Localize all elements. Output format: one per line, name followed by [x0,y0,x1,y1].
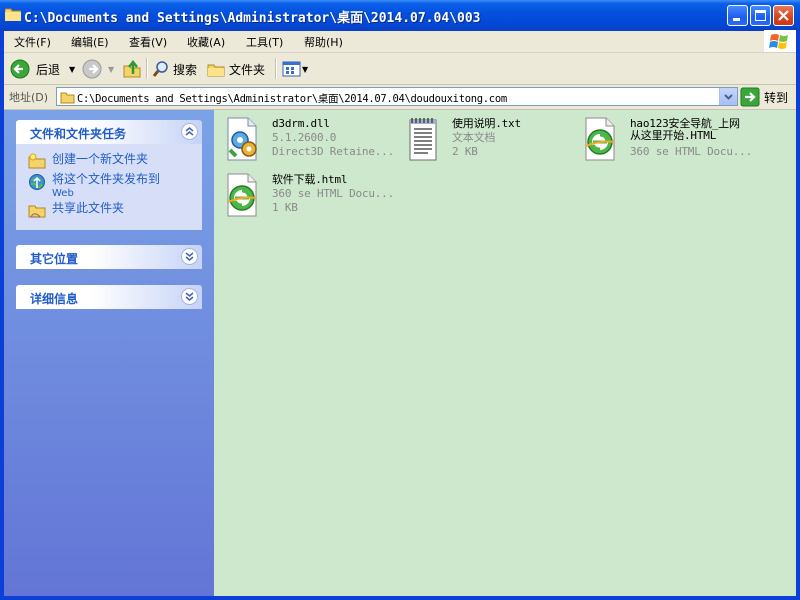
360se-html-icon [222,172,262,221]
file-item[interactable]: d3drm.dll 5.1.2600.0 Direct3D Retaine... [214,114,394,166]
views-dropdown-icon[interactable]: ▼ [302,65,308,74]
views-icon [282,61,301,77]
folders-label: 文件夹 [229,62,266,77]
file-item[interactable]: hao123安全导航_上网 从这里开始.HTML 360 se HTML Doc… [572,114,752,166]
360se-html-icon [580,116,620,165]
up-folder-button[interactable] [122,58,142,80]
toolbar-separator [275,58,277,79]
task-label: 共享此文件夹 [52,201,125,215]
task-publish-web[interactable]: 将这个文件夹发布到 Web [28,173,160,200]
file-list-view[interactable]: d3drm.dll 5.1.2600.0 Direct3D Retaine...… [214,110,796,596]
text-document-icon [402,116,442,165]
menu-view[interactable]: 查看(V) [129,34,167,50]
file-name-line2: 从这里开始.HTML [630,129,717,142]
chevron-down-icon [724,94,733,100]
share-folder-icon [28,205,46,218]
file-size: 1 KB [272,201,298,214]
file-tasks-body: 创建一个新文件夹 将这个文件夹发布到 Web 共享此文件夹 [16,144,202,230]
forward-arrow-icon [82,59,102,79]
maximize-icon [755,10,766,21]
task-sublabel: Web [52,188,74,199]
address-folder-icon [60,89,75,107]
dll-icon [222,116,262,165]
task-label: 创建一个新文件夹 [52,152,149,166]
file-version: 5.1.2600.0 [272,131,337,144]
back-label: 后退 [36,62,61,77]
go-button[interactable]: 转到 [740,87,788,107]
maximize-button[interactable] [750,5,771,26]
task-new-folder[interactable]: 创建一个新文件夹 [28,153,148,169]
address-value: C:\Documents and Settings\Administrator\… [77,93,507,105]
folder-icon [4,7,22,22]
file-item[interactable]: 软件下载.html 360 se HTML Docu... 1 KB [214,170,394,222]
menu-tools[interactable]: 工具(T) [246,34,283,50]
new-folder-icon [28,153,46,169]
file-name: d3drm.dll [272,117,330,130]
folders-icon [207,64,225,77]
expand-chevron-icon[interactable] [181,248,198,265]
minimize-icon [733,18,740,21]
windows-logo-icon [764,30,796,52]
file-name: 使用说明.txt [452,117,521,130]
other-places-header[interactable]: 其它位置 [16,245,202,269]
file-description: Direct3D Retaine... [272,145,395,158]
file-type: 文本文档 [452,131,496,144]
file-size: 2 KB [452,145,478,158]
minimize-button[interactable] [727,5,748,26]
forward-dropdown-icon[interactable]: ▼ [108,65,114,74]
back-button[interactable]: 后退 ▼ [10,58,75,80]
menu-bar: 文件(F) 编辑(E) 查看(V) 收藏(A) 工具(T) 帮助(H) [4,30,796,53]
file-name: 软件下载.html [272,173,348,186]
menu-favorites[interactable]: 收藏(A) [187,34,225,50]
menu-help[interactable]: 帮助(H) [304,34,343,50]
publish-web-icon [29,174,45,190]
search-label: 搜索 [173,62,198,77]
up-folder-icon [123,59,141,78]
views-button[interactable]: ▼ [282,58,308,80]
toolbar-separator [146,58,148,79]
back-dropdown-icon[interactable]: ▼ [69,65,75,74]
task-label: 将这个文件夹发布到 [52,172,161,186]
title-bar[interactable]: C:\Documents and Settings\Administrator\… [0,0,800,31]
menu-edit[interactable]: 编辑(E) [71,34,109,50]
window-title: C:\Documents and Settings\Administrator\… [24,11,481,26]
go-arrow-icon [740,87,760,107]
details-header[interactable]: 详细信息 [16,285,202,309]
other-places-title: 其它位置 [30,252,79,266]
task-pane: 文件和文件夹任务 创建一个新文件夹 将这个文件夹发布到 Web 共享此文件夹 其… [4,110,214,596]
folders-button[interactable]: 文件夹 [207,58,265,80]
go-label: 转到 [764,90,789,105]
close-button[interactable] [773,5,794,26]
back-arrow-icon [10,59,30,79]
file-tasks-header[interactable]: 文件和文件夹任务 [16,120,202,144]
standard-toolbar: 后退 ▼ ▼ 搜索 文件夹 ▼ [4,53,796,85]
file-type: 360 se HTML Docu... [630,145,753,158]
address-input[interactable]: C:\Documents and Settings\Administrator\… [56,87,738,106]
details-title: 详细信息 [30,292,79,306]
search-icon [152,61,168,77]
close-icon [778,10,789,21]
task-share-folder[interactable]: 共享此文件夹 [28,202,124,218]
menu-file[interactable]: 文件(F) [14,34,51,50]
file-item[interactable]: 使用说明.txt 文本文档 2 KB [394,114,574,166]
explorer-window: C:\Documents and Settings\Administrator\… [0,0,800,600]
forward-button[interactable]: ▼ [82,58,114,80]
file-tasks-title: 文件和文件夹任务 [30,127,127,141]
file-type: 360 se HTML Docu... [272,187,395,200]
address-dropdown-button[interactable] [719,88,737,105]
expand-chevron-icon[interactable] [181,288,198,305]
address-label: 地址(D) [9,91,49,104]
address-bar: 地址(D) C:\Documents and Settings\Administ… [4,85,796,110]
search-button[interactable]: 搜索 [152,58,197,80]
collapse-chevron-icon[interactable] [181,123,198,140]
